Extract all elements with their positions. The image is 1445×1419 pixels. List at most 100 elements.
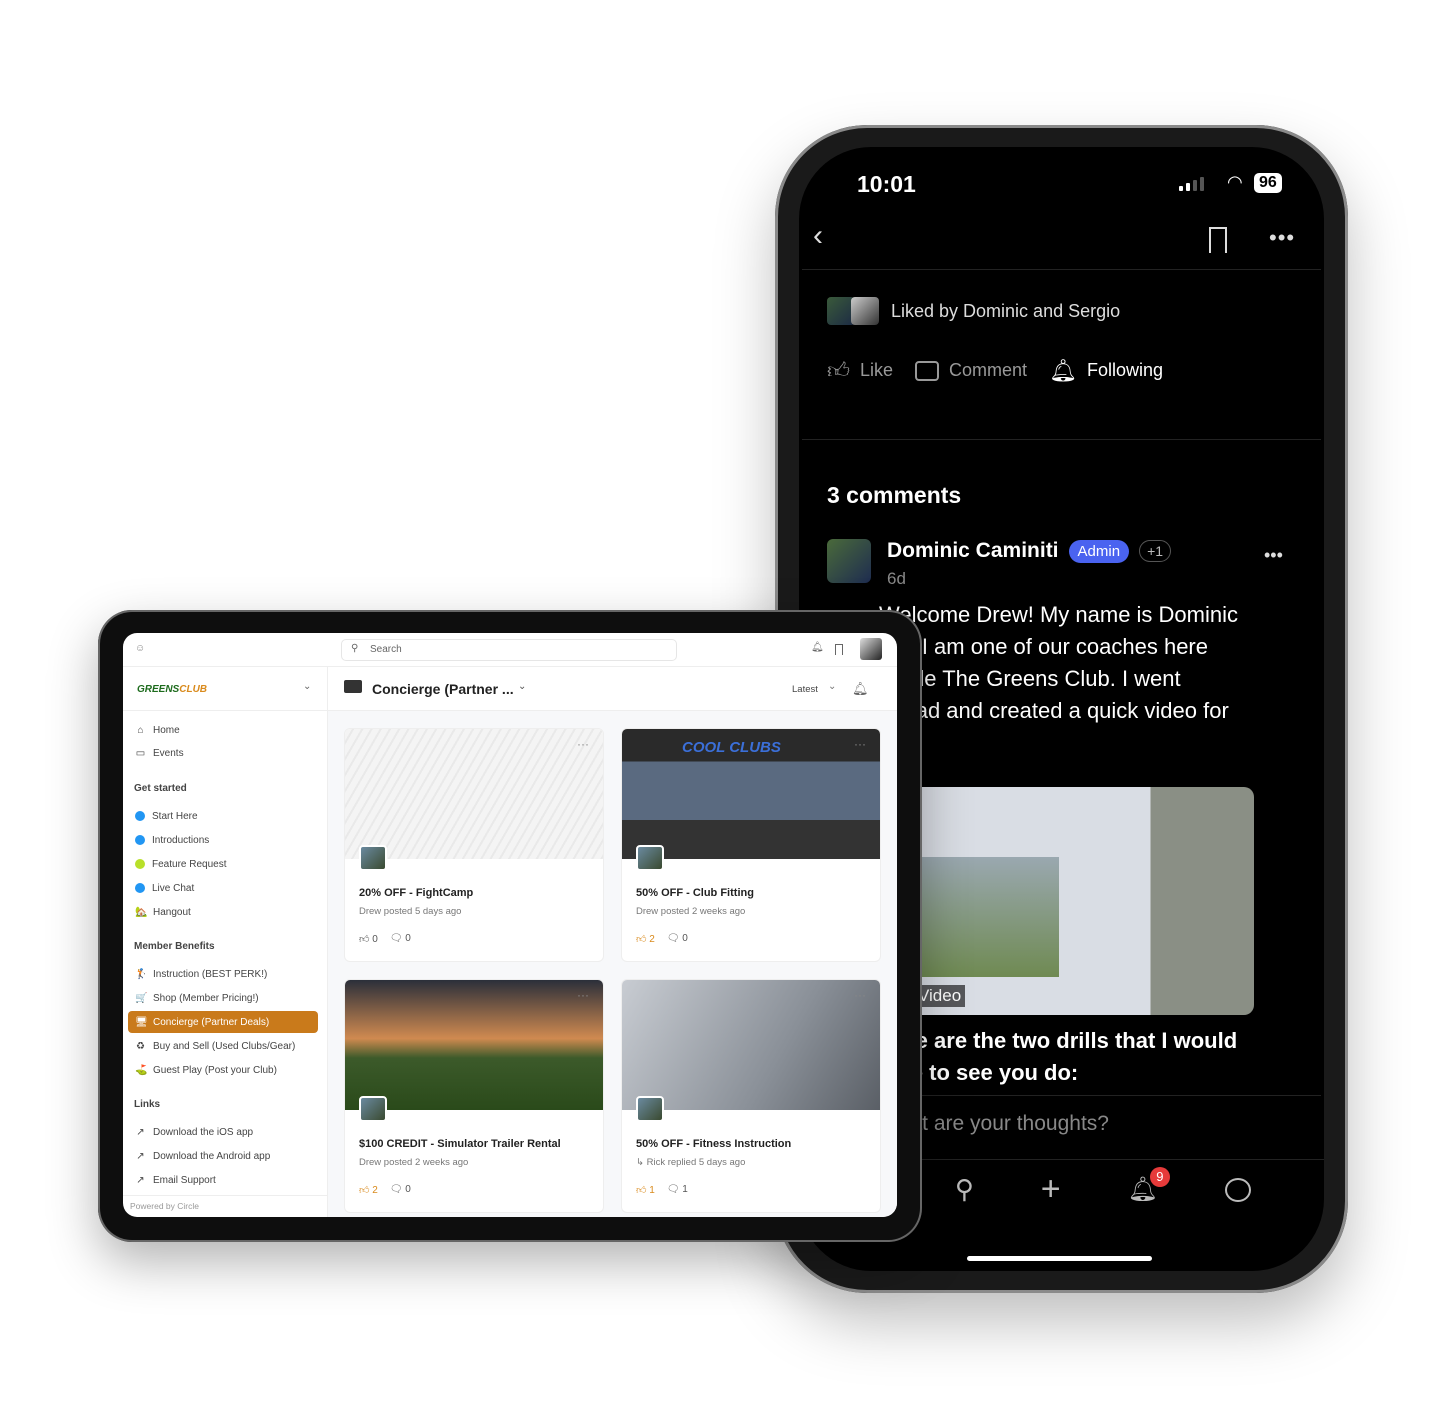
like-button[interactable]: 👍︎ 2: [636, 933, 655, 945]
bell-icon[interactable]: 🔔︎: [852, 681, 869, 697]
post-card[interactable]: COOL CLUBS ··· 50% OFF - Club Fitting Dre…: [621, 728, 881, 962]
bookmark-icon[interactable]: [1209, 227, 1227, 253]
comment-button[interactable]: 🗨︎ 0: [390, 1184, 411, 1196]
post-card[interactable]: ··· 20% OFF - FightCamp Drew posted 5 da…: [344, 728, 604, 962]
like-count: 2: [649, 934, 655, 945]
notifications-icon[interactable]: 🔔︎ 9: [1127, 1167, 1170, 1204]
home-icon: ⌂: [137, 724, 144, 736]
more-icon[interactable]: ···: [577, 737, 589, 751]
like-button[interactable]: 👍︎ Like: [827, 357, 893, 384]
like-button[interactable]: 👍︎ 1: [636, 1184, 655, 1196]
comment-more-icon[interactable]: •••: [1264, 545, 1283, 566]
community-icon[interactable]: ☺: [135, 643, 145, 654]
sidebar-item[interactable]: 🛒 Shop (Member Pricing!): [134, 987, 318, 1009]
avatar[interactable]: [827, 539, 871, 583]
emoji-icon: ↗: [136, 1150, 145, 1162]
following-button[interactable]: 🔔︎ Following: [1049, 358, 1163, 384]
like-button[interactable]: 👍︎ 0: [359, 933, 378, 945]
emoji-icon: ↗: [136, 1126, 145, 1138]
tablet-device: ☺ ⚲ Search 🔔︎ GREENSCLUB ⌄ ⌂ Home ▭ Events Get…: [98, 610, 922, 1242]
more-icon[interactable]: •••: [1269, 225, 1295, 251]
divider: [879, 1095, 1321, 1096]
sidebar-item[interactable]: Live Chat: [134, 877, 318, 899]
more-icon[interactable]: ···: [854, 737, 866, 751]
powered-by[interactable]: Powered by Circle: [123, 1195, 327, 1217]
comment-icon: 🗨︎: [666, 1184, 680, 1195]
sidebar-item[interactable]: Start Here: [134, 805, 318, 827]
emoji-icon: 🖥: [135, 1016, 148, 1028]
post-meta: ↳ Rick replied 5 days ago: [636, 1157, 746, 1168]
comment-button[interactable]: 🗨︎ 0: [667, 933, 688, 945]
post-image: ···: [345, 980, 603, 1110]
post-meta: Drew posted 2 weeks ago: [359, 1157, 469, 1168]
sidebar-item-label: Email Support: [153, 1174, 216, 1186]
sidebar-item[interactable]: Feature Request: [134, 853, 318, 875]
search-input[interactable]: ⚲ Search: [341, 639, 677, 661]
comment-author[interactable]: Dominic Caminiti: [887, 539, 1059, 563]
chevron-down-icon[interactable]: ⌄: [303, 681, 311, 692]
emoji-icon: 🏌: [135, 968, 148, 980]
like-count: 1: [649, 1185, 655, 1196]
more-icon[interactable]: ···: [577, 988, 589, 1002]
sidebar-item[interactable]: 🖥 Concierge (Partner Deals): [128, 1011, 318, 1033]
emoji-icon: ⛳: [135, 1064, 148, 1076]
post-title[interactable]: 20% OFF - FightCamp: [359, 887, 473, 899]
sort-select[interactable]: Latest: [792, 684, 818, 695]
sidebar-item[interactable]: 🏡 Hangout: [134, 901, 318, 923]
avatar: [359, 845, 387, 871]
back-icon[interactable]: ‹: [813, 219, 823, 253]
sidebar-item[interactable]: ↗ Download the iOS app: [134, 1121, 318, 1143]
chevron-down-icon[interactable]: ⌄: [518, 681, 526, 692]
comment-count: 0: [682, 933, 688, 944]
comment-button[interactable]: Comment: [915, 360, 1027, 381]
following-label: Following: [1087, 360, 1164, 380]
battery-indicator: 96: [1254, 173, 1282, 193]
chat-icon[interactable]: [1224, 1177, 1251, 1202]
comment-button[interactable]: 🗨︎ 1: [667, 1184, 688, 1196]
sidebar-item[interactable]: ▭ Events: [134, 742, 318, 764]
avatar: [851, 297, 879, 325]
comment-age: 6d: [887, 569, 906, 588]
like-label: Like: [860, 360, 894, 380]
like-button[interactable]: 👍︎ 2: [359, 1184, 378, 1196]
sidebar-item[interactable]: ⌂ Home: [134, 719, 318, 741]
post-title[interactable]: 50% OFF - Club Fitting: [636, 887, 754, 899]
sidebar-item[interactable]: ↗ Download the Android app: [134, 1145, 318, 1167]
sidebar-item-label: Home: [153, 724, 180, 736]
like-count: 0: [372, 934, 378, 945]
post-card[interactable]: ··· $100 CREDIT - Simulator Trailer Rent…: [344, 979, 604, 1213]
avatar[interactable]: [860, 638, 882, 660]
bookmark-icon[interactable]: [835, 644, 843, 655]
dot-icon: [135, 883, 145, 893]
bell-icon: 🔔︎: [1049, 357, 1077, 383]
sidebar-item-label: Start Here: [152, 810, 198, 822]
more-icon[interactable]: ···: [854, 988, 866, 1002]
divider: [802, 439, 1321, 440]
thumbs-up-icon: 👍︎: [636, 1185, 647, 1196]
post-title[interactable]: $100 CREDIT - Simulator Trailer Rental: [359, 1138, 561, 1150]
comment-button[interactable]: 🗨︎ 0: [390, 933, 411, 945]
bell-icon[interactable]: 🔔︎: [811, 642, 824, 653]
sidebar-item-label: Concierge (Partner Deals): [153, 1016, 270, 1028]
plus-icon[interactable]: +: [1041, 1170, 1061, 1209]
search-icon[interactable]: ⚲: [955, 1174, 974, 1205]
sidebar-item[interactable]: ⛳ Guest Play (Post your Club): [134, 1059, 318, 1081]
extra-badge: +1: [1139, 540, 1172, 562]
sidebar-item[interactable]: 🏌 Instruction (BEST PERK!): [134, 963, 318, 985]
video-thumbnail[interactable]: [909, 787, 1254, 1015]
space-title[interactable]: Concierge (Partner ...: [372, 681, 514, 697]
post-title[interactable]: 50% OFF - Fitness Instruction: [636, 1138, 791, 1150]
like-count: 2: [372, 1185, 378, 1196]
computer-icon: [344, 680, 362, 693]
sidebar-item[interactable]: ↗ Email Support: [134, 1169, 318, 1191]
liked-by[interactable]: Liked by Dominic and Sergio: [827, 297, 1120, 325]
sidebar-item[interactable]: ♻ Buy and Sell (Used Clubs/Gear): [134, 1035, 318, 1057]
sidebar-item[interactable]: Introductions: [134, 829, 318, 851]
signal-icon: [1179, 177, 1204, 191]
chevron-down-icon[interactable]: ⌄: [828, 681, 836, 692]
comment-count: 1: [682, 1184, 688, 1195]
post-card[interactable]: ··· 50% OFF - Fitness Instruction ↳ Rick…: [621, 979, 881, 1213]
avatar: [636, 1096, 664, 1122]
emoji-icon: ↗: [136, 1174, 145, 1186]
brand-logo[interactable]: GREENSCLUB: [137, 684, 207, 695]
